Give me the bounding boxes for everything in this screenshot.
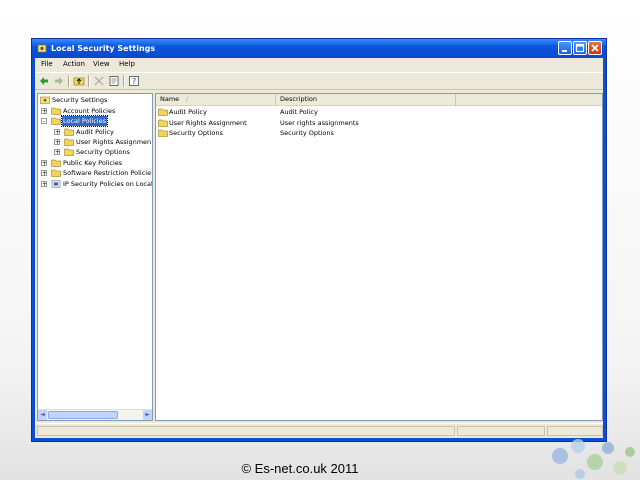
folder-icon (158, 129, 168, 137)
menu-help[interactable]: Help (119, 60, 135, 68)
forward-arrow-icon[interactable] (53, 75, 65, 87)
folder-open-icon (51, 117, 61, 125)
title-bar[interactable]: Local Security Settings (32, 39, 606, 58)
scroll-right-icon[interactable]: ► (143, 410, 152, 420)
menu-bar: File Action View Help (35, 58, 603, 71)
tree-item-label: IP Security Policies on Local (63, 180, 153, 188)
toolbar-separator (68, 75, 70, 87)
tree-item-label: Security Options (76, 148, 130, 156)
copyright-footer: © Es-net.co.uk 2011 (241, 461, 359, 476)
back-arrow-icon[interactable] (38, 75, 50, 87)
minimize-icon (562, 50, 567, 52)
tree-item-label: Public Key Policies (63, 159, 123, 167)
console-tree-pane: Security Settings + Account Policies - L… (37, 93, 153, 421)
tree-item-label: Audit Policy (76, 128, 114, 136)
toolbar-separator (123, 75, 125, 87)
tree-item-label: Software Restriction Policie (63, 169, 152, 177)
scrollbar-thumb[interactable] (48, 411, 118, 419)
tree-horizontal-scrollbar[interactable]: ◄ ► (38, 409, 152, 420)
up-folder-icon[interactable] (73, 75, 85, 87)
local-security-settings-window: Local Security Settings File Action View… (31, 38, 607, 442)
collapse-toggle[interactable]: - (41, 118, 47, 125)
folder-icon (158, 108, 168, 116)
column-description-label: Description (280, 95, 318, 103)
decorative-bubbles-graphic (552, 439, 635, 479)
ip-security-icon (51, 180, 61, 188)
window-client-area: File Action View Help ? Security Setting… (35, 58, 603, 438)
column-name-label: Name (160, 95, 180, 103)
toolbar-separator (88, 75, 90, 87)
expand-toggle[interactable]: + (54, 129, 60, 136)
help-icon[interactable]: ? (128, 75, 140, 87)
expand-toggle[interactable]: + (54, 149, 60, 156)
list-item-name: Security Options (169, 129, 223, 137)
security-settings-icon (37, 44, 47, 53)
column-header-description[interactable]: Description (276, 94, 456, 105)
maximize-icon (575, 43, 585, 53)
tree-item-label: Account Policies (63, 107, 116, 115)
delete-icon[interactable] (93, 75, 105, 87)
close-button[interactable] (588, 41, 602, 55)
list-item-name: Audit Policy (169, 108, 207, 116)
folder-icon (158, 119, 168, 127)
column-header-name[interactable]: Name / (156, 94, 276, 105)
svg-text:?: ? (132, 77, 136, 86)
properties-icon[interactable] (108, 75, 120, 87)
expand-toggle[interactable]: + (41, 108, 47, 115)
list-item-description: User rights assignments (280, 119, 359, 127)
folder-icon (51, 107, 61, 115)
toolbar: ? (35, 72, 603, 90)
menu-file[interactable]: File (41, 60, 53, 68)
expand-toggle[interactable]: + (41, 160, 47, 167)
expand-toggle[interactable]: + (41, 170, 47, 177)
sort-indicator-icon: / (186, 95, 189, 103)
folder-icon (64, 148, 74, 156)
status-pane-secondary (457, 426, 545, 436)
close-icon (591, 44, 599, 52)
status-pane-main (37, 426, 455, 436)
menu-action[interactable]: Action (63, 60, 85, 68)
menu-view[interactable]: View (93, 60, 110, 68)
security-settings-icon (40, 96, 50, 104)
minimize-button[interactable] (558, 41, 572, 55)
maximize-button[interactable] (573, 41, 587, 55)
scroll-left-icon[interactable]: ◄ (38, 410, 47, 420)
expand-toggle[interactable]: + (54, 139, 60, 146)
folder-icon (64, 138, 74, 146)
details-list-pane: Name / Description Audit Policy Audit Po… (155, 93, 603, 421)
window-title: Local Security Settings (51, 44, 156, 53)
folder-icon (64, 128, 74, 136)
folder-icon (51, 159, 61, 167)
tree-item-label-selected: Local Policies (61, 115, 108, 127)
list-item-description: Security Options (280, 129, 334, 137)
list-header: Name / Description (156, 94, 602, 106)
folder-icon (51, 169, 61, 177)
list-item-name: User Rights Assignment (169, 119, 247, 127)
expand-toggle[interactable]: + (41, 181, 47, 188)
tree-item-label: User Rights Assignmen (76, 138, 152, 146)
list-item-description: Audit Policy (280, 108, 318, 116)
status-bar (35, 423, 603, 438)
tree-item-label: Security Settings (52, 96, 108, 104)
